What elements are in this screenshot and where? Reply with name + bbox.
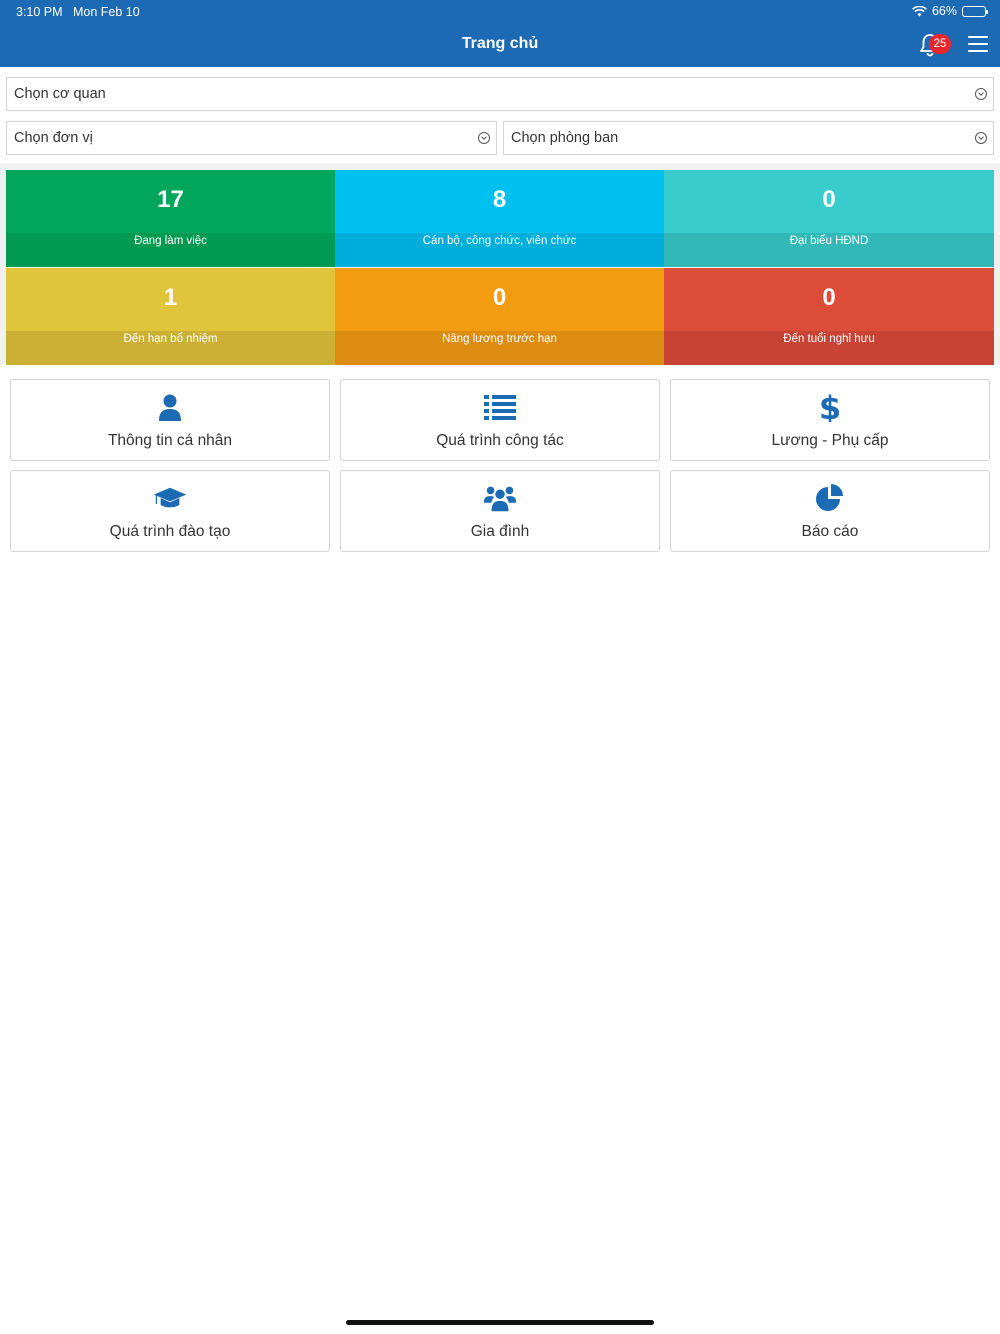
menu-card-label: Thông tin cá nhân xyxy=(107,432,233,449)
unit-select-value: Chọn đơn vị xyxy=(14,130,93,146)
stat-label: Đang làm việc xyxy=(6,233,335,267)
department-select-value: Chọn phòng ban xyxy=(511,130,619,146)
menu-card-label: Lương - Phụ cấp xyxy=(771,432,889,449)
stat-value: 17 xyxy=(157,186,184,213)
svg-text:$: $ xyxy=(819,392,841,422)
menu-card[interactable]: Thông tin cá nhân xyxy=(10,379,330,461)
stat-value: 0 xyxy=(822,284,836,311)
battery-percent: 66% xyxy=(931,4,957,18)
menu-card[interactable]: $ Lương - Phụ cấp xyxy=(670,379,990,461)
agency-select[interactable]: Chọn cơ quan xyxy=(6,77,994,111)
stat-value: 0 xyxy=(822,186,836,213)
stat-label: Đại biểu HĐND xyxy=(664,233,994,267)
status-right: 66% xyxy=(912,4,988,18)
status-date: Mon Feb 10 xyxy=(72,5,140,19)
status-time: 3:10 PM Mon Feb 10 xyxy=(16,5,140,19)
list-icon xyxy=(341,392,659,422)
stat-tile[interactable]: 0 Đại biểu HĐND xyxy=(664,170,994,267)
stat-tile[interactable]: 0 Đến tuổi nghỉ hưu xyxy=(664,268,994,365)
chevron-down-icon xyxy=(975,132,987,144)
stat-tile[interactable]: 0 Nâng lương trước hạn xyxy=(335,268,664,365)
stat-label: Cán bộ, công chức, viên chức xyxy=(335,233,664,267)
stat-label: Đến hạn bổ nhiệm xyxy=(6,331,335,365)
menu-card-label: Báo cáo xyxy=(801,523,859,540)
wifi-icon xyxy=(912,5,927,16)
unit-select[interactable]: Chọn đơn vị xyxy=(6,121,497,155)
menu-card[interactable]: Quá trình công tác xyxy=(340,379,660,461)
stat-value: 8 xyxy=(492,186,507,213)
stat-label: Nâng lương trước hạn xyxy=(335,331,664,365)
menu-card-label: Quá trình đào tạo xyxy=(109,523,231,540)
stat-value: 1 xyxy=(163,284,178,311)
page-title: Trang chủ xyxy=(461,35,539,52)
menu-card[interactable]: Quá trình đào tạo xyxy=(10,470,330,552)
stat-tile[interactable]: 8 Cán bộ, công chức, viên chức xyxy=(335,170,664,267)
menu-card[interactable]: Báo cáo xyxy=(670,470,990,552)
menu-card[interactable]: Gia đình xyxy=(340,470,660,552)
chevron-down-icon xyxy=(975,88,987,100)
graduation-cap-icon xyxy=(11,483,329,513)
hamburger-menu-icon[interactable] xyxy=(968,36,988,52)
stat-value: 0 xyxy=(492,284,507,311)
agency-select-value: Chọn cơ quan xyxy=(14,86,106,102)
stat-tile[interactable]: 17 Đang làm việc xyxy=(6,170,335,267)
department-select[interactable]: Chọn phòng ban xyxy=(503,121,994,155)
home-indicator xyxy=(346,1320,654,1325)
stat-label: Đến tuổi nghỉ hưu xyxy=(664,331,994,365)
stat-tile[interactable]: 1 Đến hạn bổ nhiệm xyxy=(6,268,335,365)
user-icon xyxy=(11,392,329,422)
pie-chart-icon xyxy=(671,483,989,513)
chevron-down-icon xyxy=(478,132,490,144)
dollar-icon: $ xyxy=(671,392,989,422)
nav-bar: Trang chủ 25 xyxy=(0,24,1000,67)
menu-card-label: Gia đình xyxy=(470,523,530,540)
notification-badge[interactable]: 25 xyxy=(929,34,951,54)
menu-card-label: Quá trình công tác xyxy=(436,432,564,449)
status-bar: 3:10 PM Mon Feb 10 66% xyxy=(0,0,1000,24)
battery-icon xyxy=(962,5,988,17)
users-icon xyxy=(341,483,659,513)
